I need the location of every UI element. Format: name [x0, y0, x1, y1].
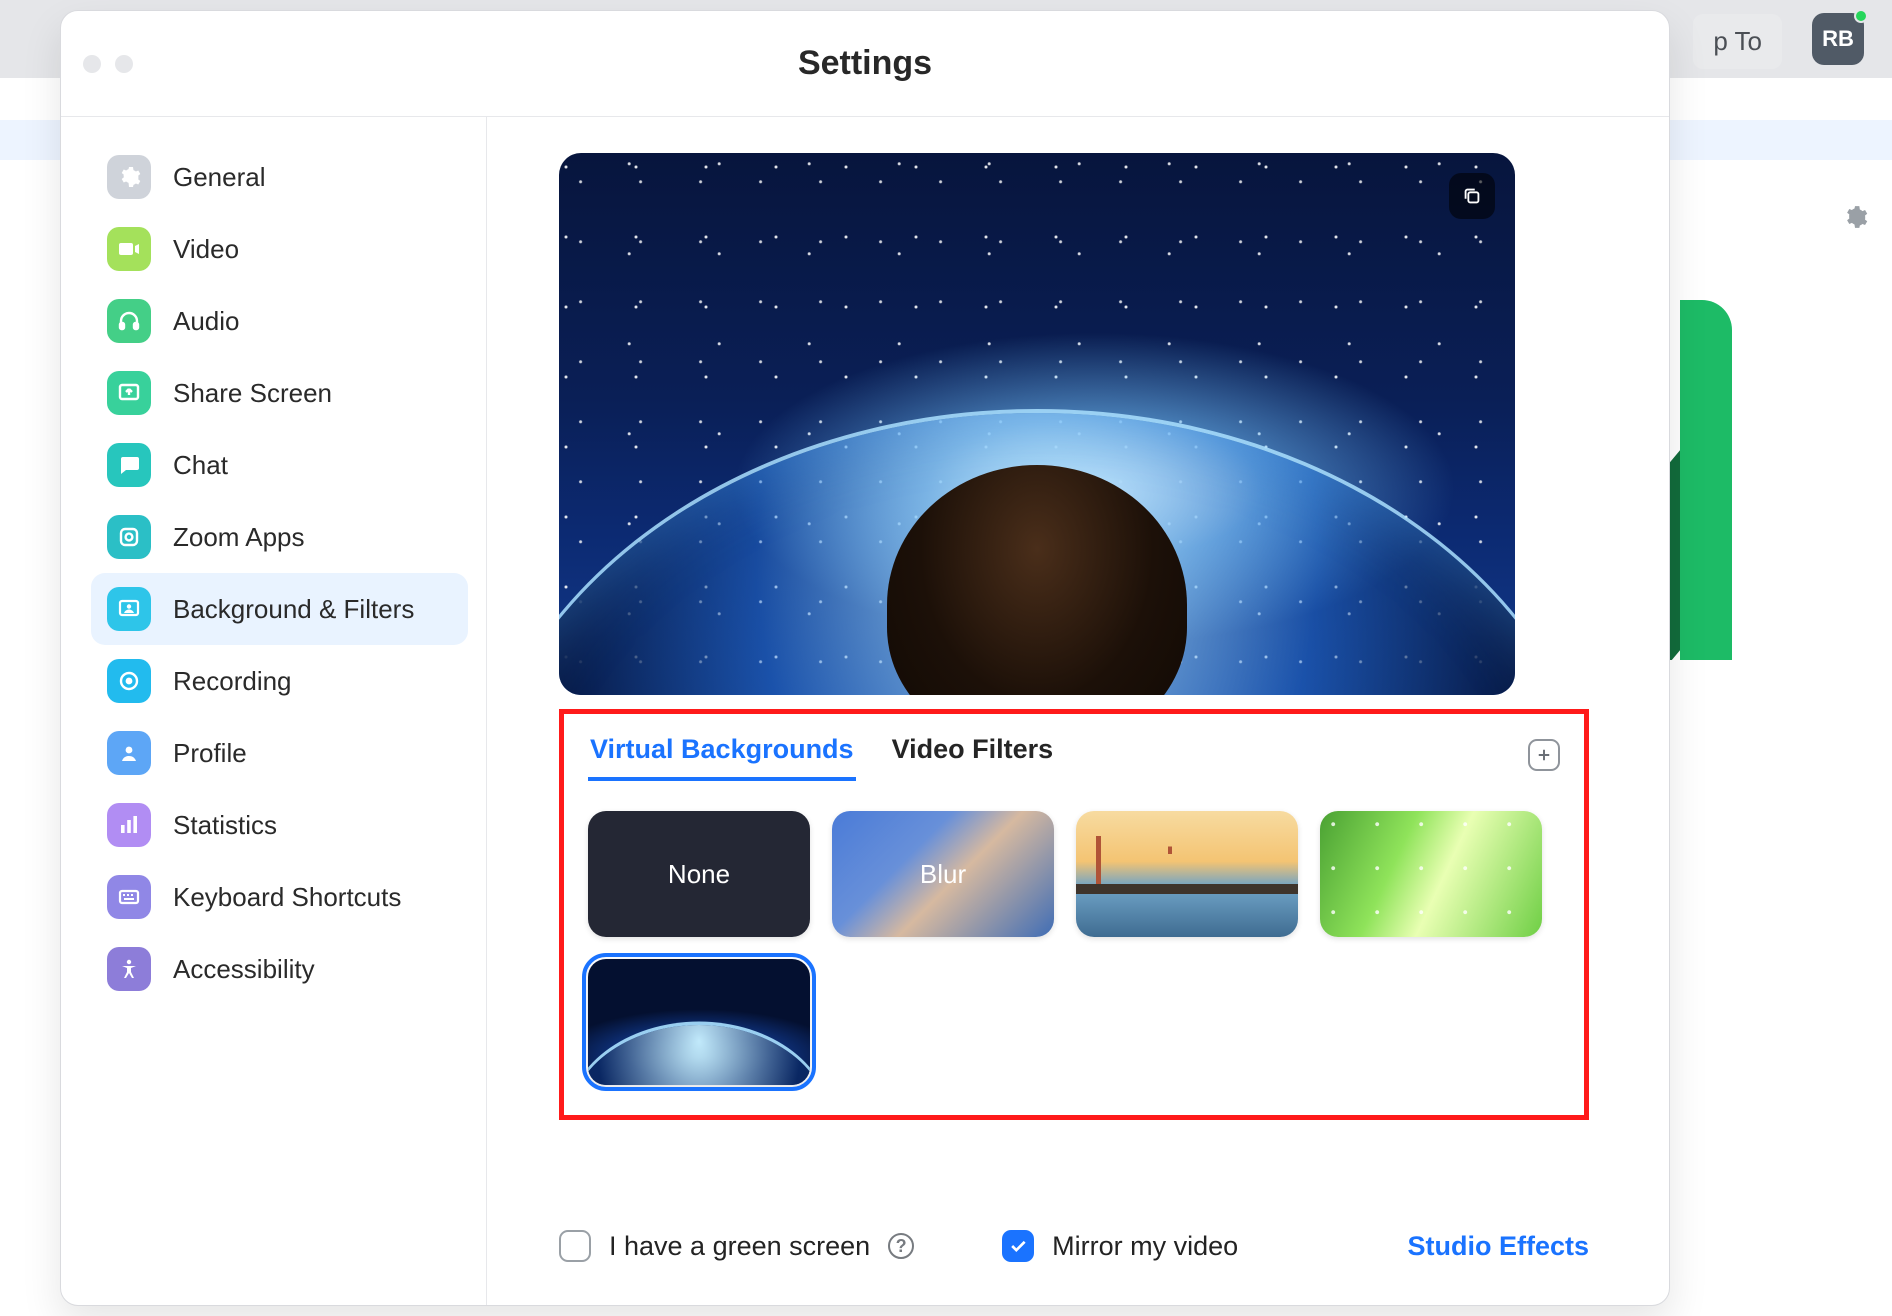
settings-content: Virtual Backgrounds Video Filters None B… [487, 117, 1669, 1305]
sidebar-item-label: Background & Filters [173, 594, 414, 625]
mirror-video-label: Mirror my video [1052, 1231, 1238, 1262]
tab-virtual-backgrounds[interactable]: Virtual Backgrounds [588, 728, 856, 781]
user-avatar-initials: RB [1822, 26, 1854, 52]
studio-effects-link[interactable]: Studio Effects [1407, 1231, 1589, 1262]
sidebar-item-background-filters[interactable]: Background & Filters [91, 573, 468, 645]
window-close-button[interactable] [83, 55, 101, 73]
sidebar-item-label: Video [173, 234, 239, 265]
profile-icon [107, 731, 151, 775]
sidebar-item-zoom-apps[interactable]: Zoom Apps [91, 501, 468, 573]
thumb-label: None [668, 859, 730, 890]
background-filters-icon [107, 587, 151, 631]
keyboard-icon [107, 875, 151, 919]
sidebar-item-video[interactable]: Video [91, 213, 468, 285]
jump-to-pill[interactable]: p To [1693, 14, 1782, 69]
sidebar-item-recording[interactable]: Recording [91, 645, 468, 717]
window-minimize-button[interactable] [115, 55, 133, 73]
sidebar-item-accessibility[interactable]: Accessibility [91, 933, 468, 1005]
background-decoration [1666, 300, 1732, 660]
recording-icon [107, 659, 151, 703]
help-icon[interactable]: ? [888, 1233, 914, 1259]
tabs: Virtual Backgrounds Video Filters [588, 728, 1055, 781]
sidebar-item-keyboard-shortcuts[interactable]: Keyboard Shortcuts [91, 861, 468, 933]
sidebar-item-label: Share Screen [173, 378, 332, 409]
green-screen-label: I have a green screen [609, 1231, 870, 1262]
video-preview [559, 153, 1515, 695]
sidebar-item-label: Audio [173, 306, 240, 337]
sidebar-item-label: Zoom Apps [173, 522, 305, 553]
window-titlebar: Settings [61, 11, 1669, 117]
background-option-earth[interactable] [588, 959, 810, 1085]
window-title: Settings [798, 44, 932, 83]
tabs-row: Virtual Backgrounds Video Filters [588, 728, 1560, 781]
tab-video-filters[interactable]: Video Filters [890, 728, 1056, 781]
sidebar-item-profile[interactable]: Profile [91, 717, 468, 789]
settings-window: Settings General Video Audio [60, 10, 1670, 1306]
sidebar-item-audio[interactable]: Audio [91, 285, 468, 357]
video-icon [107, 227, 151, 271]
user-avatar[interactable]: RB [1812, 13, 1864, 65]
background-thumbnails: None Blur [588, 811, 1560, 1085]
sidebar-item-label: Chat [173, 450, 228, 481]
highlighted-region: Virtual Backgrounds Video Filters None B… [559, 709, 1589, 1120]
green-screen-checkbox[interactable] [559, 1230, 591, 1262]
chat-icon [107, 443, 151, 487]
settings-body: General Video Audio Share Screen [61, 117, 1669, 1305]
background-option-bridge[interactable] [1076, 811, 1298, 937]
sidebar-item-statistics[interactable]: Statistics [91, 789, 468, 861]
sidebar-item-label: Keyboard Shortcuts [173, 882, 401, 913]
mirror-video-checkbox[interactable] [1002, 1230, 1034, 1262]
sidebar-item-share-screen[interactable]: Share Screen [91, 357, 468, 429]
gear-icon [107, 155, 151, 199]
settings-sidebar: General Video Audio Share Screen [61, 117, 487, 1305]
headphones-icon [107, 299, 151, 343]
sidebar-item-chat[interactable]: Chat [91, 429, 468, 501]
thumb-label: Blur [920, 859, 966, 890]
gear-icon[interactable] [1842, 204, 1868, 230]
background-option-none[interactable]: None [588, 811, 810, 937]
sidebar-item-label: Statistics [173, 810, 277, 841]
statistics-icon [107, 803, 151, 847]
sidebar-item-label: Recording [173, 666, 292, 697]
share-screen-icon [107, 371, 151, 415]
background-option-grass[interactable] [1320, 811, 1542, 937]
sidebar-item-label: Accessibility [173, 954, 315, 985]
sidebar-item-label: Profile [173, 738, 247, 769]
presence-dot-icon [1854, 9, 1868, 23]
sidebar-item-general[interactable]: General [91, 141, 468, 213]
sidebar-item-label: General [173, 162, 266, 193]
rotate-camera-button[interactable] [1449, 173, 1495, 219]
add-background-button[interactable] [1528, 739, 1560, 771]
apps-icon [107, 515, 151, 559]
background-option-blur[interactable]: Blur [832, 811, 1054, 937]
background-footer: I have a green screen ? Mirror my video … [559, 1230, 1589, 1262]
accessibility-icon [107, 947, 151, 991]
window-traffic-lights [83, 55, 133, 73]
